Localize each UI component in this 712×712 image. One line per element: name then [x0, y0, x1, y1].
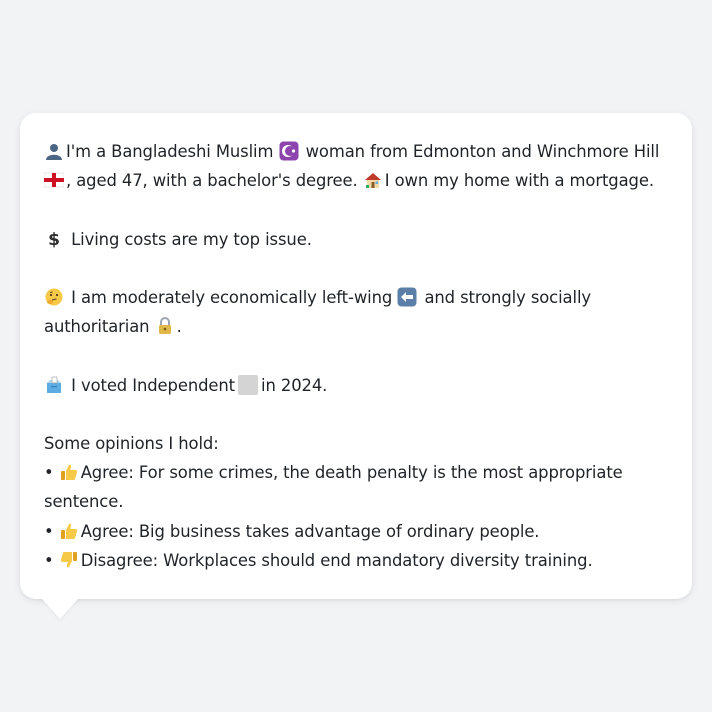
house-icon: [363, 170, 383, 190]
person-icon: [44, 141, 64, 161]
message-content: I'm a Bangladeshi Muslim woman from Edmo…: [44, 137, 668, 575]
intro-text-1: I'm a Bangladeshi Muslim: [66, 142, 274, 161]
intro-text-2: woman from Edmonton and Winchmore Hill: [305, 142, 660, 161]
star-crescent-icon: [279, 141, 299, 161]
issue-line: $ Living costs are my top issue.: [44, 225, 668, 254]
vote-line: I voted Independent in 2024.: [44, 371, 668, 400]
issue-text: Living costs are my top issue.: [71, 229, 312, 249]
opinion-text-1: For some crimes, the death penalty is th…: [138, 463, 623, 483]
thinking-face-icon: [44, 287, 64, 307]
opinion-item-2: • Agree: Big business takes advantage of…: [44, 521, 540, 541]
intro-line-1: I'm a Bangladeshi Muslim woman from Edmo…: [44, 137, 668, 166]
politics-line-1: I am moderately economically left-wing a…: [44, 283, 668, 312]
svg-text:$: $: [48, 230, 60, 249]
opinion-text-2: Big business takes advantage of ordinary…: [138, 521, 540, 541]
lock-icon: [155, 316, 175, 336]
opinion-item-1-cont: sentence.: [44, 492, 124, 512]
politics-text-3: .: [176, 317, 182, 337]
opinion-stance-1: Agree: [80, 463, 129, 483]
chat-message-bubble: I'm a Bangladeshi Muslim woman from Edmo…: [20, 113, 692, 599]
england-flag-icon: [44, 170, 64, 190]
politics-text-2-cont: authoritarian: [44, 317, 150, 337]
intro-text-4: I own my home with a mortgage.: [384, 171, 654, 191]
opinion-item-1: • Agree: For some crimes, the death pena…: [44, 462, 623, 483]
opinion-item-3: • Disagree: Workplaces should end mandat…: [44, 550, 593, 570]
intro-text-3: , aged 47, with a bachelor's degree.: [66, 171, 358, 191]
politics-text-1: I am moderately economically left-wing: [71, 287, 393, 307]
vote-text-1: I voted Independent: [71, 375, 236, 395]
opinion-stance-2: Agree: [80, 521, 129, 541]
bubble-tail: [40, 597, 80, 619]
dollar-icon: $: [44, 229, 64, 249]
vote-text-2: in 2024.: [261, 375, 328, 395]
left-arrow-icon: [397, 287, 417, 307]
politics-text-2: and strongly socially: [424, 287, 591, 307]
ballot-box-icon: [44, 375, 64, 395]
thumbs-up-icon: [59, 462, 79, 482]
politics-line-2: authoritarian .: [44, 312, 668, 341]
grey-square-icon: [238, 374, 259, 395]
intro-line-2: , aged 47, with a bachelor's degree. I o…: [44, 166, 668, 195]
thumbs-up-icon: [59, 521, 79, 541]
opinion-text-3: Workplaces should end mandatory diversit…: [163, 550, 593, 570]
thumbs-down-icon: [59, 550, 79, 570]
opinions-heading: Some opinions I hold:: [44, 433, 219, 453]
opinion-stance-3: Disagree: [80, 550, 153, 570]
